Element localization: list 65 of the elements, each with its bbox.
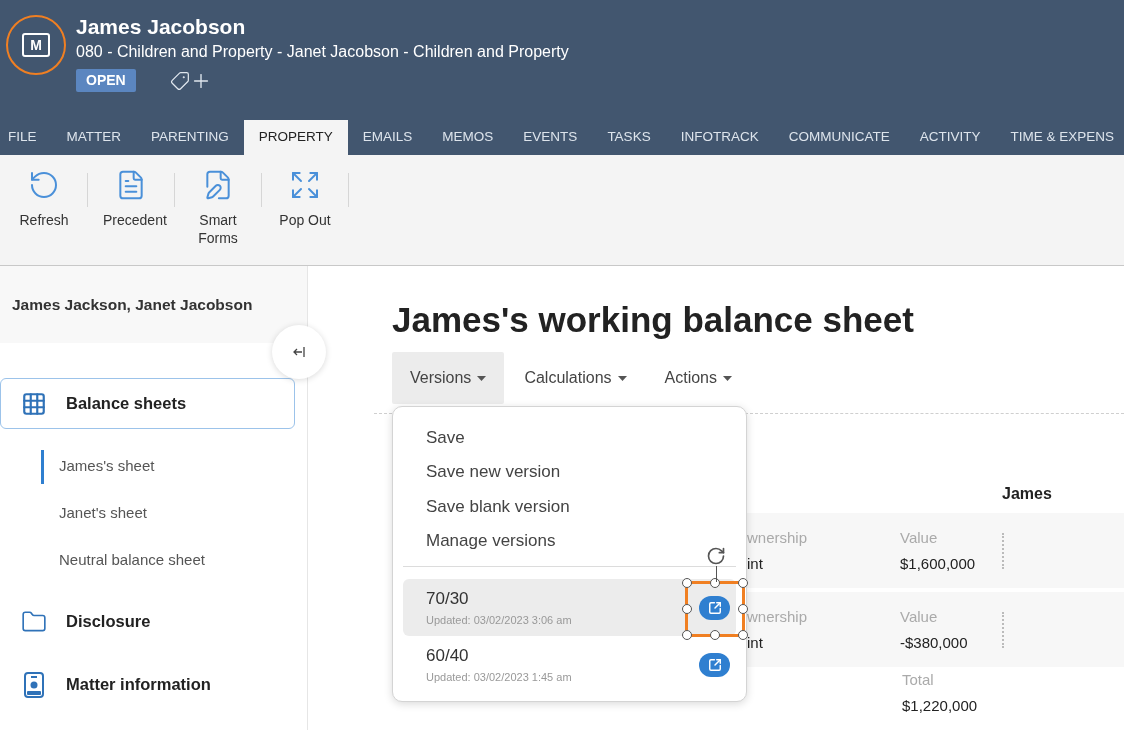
matter-subtitle: 080 - Children and Property - Janet Jacobson - Children and Property (76, 42, 569, 62)
expand-icon (289, 169, 321, 201)
ribbon-button[interactable]: Pop Out (269, 169, 341, 229)
version-item[interactable]: 70/30 Updated: 03/02/2023 3:06 am (403, 579, 736, 636)
sidebar-item[interactable]: Balance sheets (0, 378, 295, 429)
edit-icon (707, 600, 722, 615)
ribbon-tab[interactable]: TIME & EXPENS (995, 120, 1124, 155)
menu-button[interactable]: Versions (392, 352, 505, 404)
dropdown-item[interactable]: Manage versions (393, 523, 746, 558)
refresh-icon (28, 169, 60, 201)
matter-title: James Jacobson (76, 14, 247, 40)
ribbon-button[interactable]: Smart Forms (182, 169, 254, 247)
cell-label: Value (900, 606, 939, 627)
dropdown-item[interactable]: Save (393, 420, 746, 455)
edit-version-button[interactable] (699, 652, 730, 677)
version-name: 70/30 (426, 587, 470, 610)
ribbon-tab[interactable]: INFOTRACK (665, 120, 774, 155)
sidebar-item[interactable]: Disclosure (0, 596, 295, 647)
table-cell-text: $1,600,000 (900, 553, 977, 574)
table-cell-text: -$380,000 (900, 632, 969, 653)
caret-icon (477, 375, 487, 381)
sheet-link[interactable]: Janet's sheet (41, 496, 261, 531)
caret-icon (723, 375, 732, 381)
caret-icon (617, 375, 627, 381)
table-cell-text: int (747, 553, 764, 574)
collapse-left-icon (292, 346, 306, 358)
ribbon-tab[interactable]: EVENTS (508, 120, 593, 155)
version-name: 60/40 (426, 644, 470, 667)
ribbon-tab[interactable]: PROPERTY (243, 120, 348, 155)
ribbon-button[interactable]: Precedent (95, 169, 167, 229)
sheet-link[interactable]: Neutral balance sheet (41, 543, 261, 578)
cell-label: wnership (747, 606, 809, 627)
dropdown-item[interactable]: Save new version (393, 454, 746, 489)
ribbon-tab[interactable]: EMAILS (347, 120, 428, 155)
edit-version-button[interactable] (699, 595, 730, 620)
ribbon-tab[interactable]: ACTIVITY (904, 120, 996, 155)
ribbon-tab[interactable]: MATTER (51, 120, 136, 155)
tag-icon (169, 70, 190, 91)
column-header: James (1002, 484, 1052, 504)
cell-label: Value (900, 527, 939, 548)
menu-button[interactable]: Actions (646, 352, 750, 404)
cell-label: wnership (747, 527, 809, 548)
ribbon-tab[interactable]: COMMUNICATE (773, 120, 905, 155)
table-icon (21, 390, 47, 417)
version-date: Updated: 03/02/2023 1:45 am (426, 669, 572, 685)
edit-icon (707, 657, 722, 672)
sidebar-header: James Jackson, Janet Jacobson (0, 266, 307, 343)
ribbon-tab[interactable]: TASKS (592, 120, 666, 155)
ribbon-button[interactable]: Refresh (8, 169, 80, 229)
ribbon-tab[interactable]: PARENTING (136, 120, 244, 155)
menu-button[interactable]: Calculations (506, 352, 645, 404)
ribbon-tab[interactable]: MEMOS (427, 120, 509, 155)
logo-letter: M (30, 38, 42, 52)
version-item[interactable]: 60/40 Updated: 03/02/2023 1:45 am (403, 636, 736, 693)
sheet-link[interactable]: James's sheet (41, 449, 261, 484)
id-badge-icon (24, 671, 44, 698)
page-title: James's working balance sheet (392, 300, 915, 340)
dropdown-item[interactable]: Save blank version (393, 489, 746, 524)
status-badge: OPEN (76, 69, 136, 92)
table-cell-text: $1,220,000 (902, 696, 978, 716)
cell-label: Total (902, 670, 935, 690)
sidebar-item[interactable]: Matter information (0, 659, 295, 710)
ribbon-tab[interactable]: FILE (0, 120, 52, 155)
table-cell-text: int (747, 632, 764, 653)
version-date: Updated: 03/02/2023 3:06 am (426, 612, 572, 628)
